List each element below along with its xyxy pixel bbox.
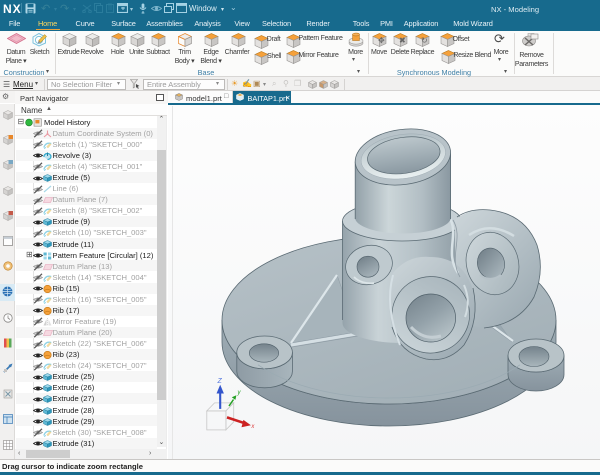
svg-text:Z: Z	[217, 378, 223, 385]
